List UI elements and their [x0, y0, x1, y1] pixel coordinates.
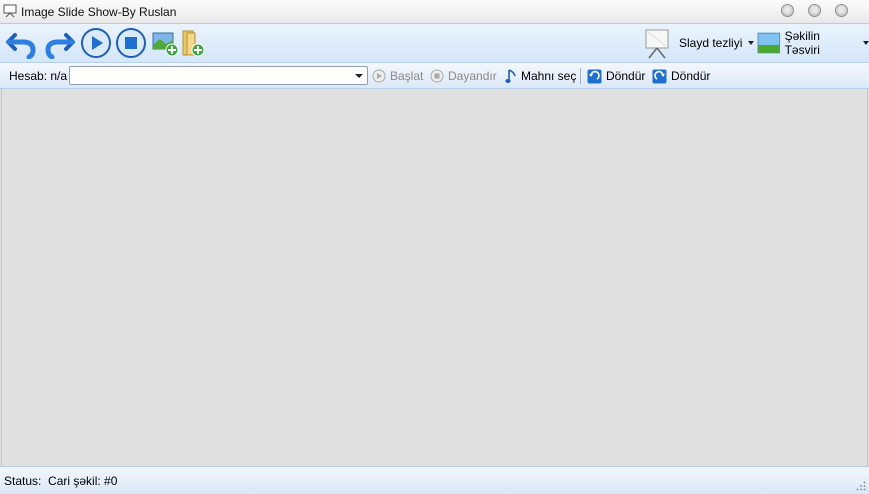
main-toolbar: Slayd tezliyi Şəkilin Təsviri [0, 24, 869, 63]
image-description-dropdown[interactable]: Şəkilin Təsviri [757, 26, 869, 60]
window-title: Image Slide Show-By Ruslan [21, 5, 177, 19]
add-folder-icon[interactable] [179, 27, 211, 59]
maximize-button[interactable] [808, 4, 821, 17]
close-button[interactable] [835, 4, 848, 17]
undo-icon[interactable] [5, 27, 37, 59]
chevron-down-icon [355, 74, 363, 78]
status-text: Status: Cari şəkil: #0 [4, 474, 117, 488]
secondary-toolbar: Hesab: n/a Başlat Dayandır Mahnı seç Dön… [0, 63, 869, 89]
add-image-icon[interactable] [150, 27, 182, 59]
image-description-label: Şəkilin Təsviri [784, 29, 820, 57]
rotate-right-button[interactable]: Döndür [652, 66, 710, 86]
resize-grip-icon[interactable] [856, 481, 866, 491]
presentation-board-icon [645, 29, 669, 59]
app-window: Image Slide Show-By Ruslan Slayd tezliyi… [0, 0, 869, 494]
play-circle-icon [372, 69, 386, 83]
rotate-left-button[interactable]: Döndür [587, 66, 645, 86]
slideshow-canvas[interactable] [1, 89, 868, 466]
app-icon [3, 4, 17, 18]
start-label: Başlat [390, 69, 424, 83]
stop-circle-icon [430, 69, 444, 83]
stop-button[interactable]: Dayandır [430, 66, 497, 86]
status-label: Status: [4, 474, 42, 488]
rotate-left-icon [587, 69, 602, 83]
stop-label: Dayandır [448, 69, 497, 83]
select-song-button[interactable]: Mahnı seç [505, 66, 576, 86]
rotate-left-label: Döndür [606, 69, 646, 83]
status-bar: Status: Cari şəkil: #0 [0, 466, 869, 494]
start-button[interactable]: Başlat [372, 66, 423, 86]
rotate-right-label: Döndür [671, 69, 711, 83]
status-value: Cari şəkil: #0 [48, 474, 118, 488]
toolbar-separator [580, 68, 581, 84]
account-label: Hesab: n/a [9, 69, 68, 83]
slide-speed-label: Slayd tezliyi [679, 36, 743, 50]
stop-icon[interactable] [115, 27, 147, 59]
rotate-right-icon [652, 69, 667, 83]
play-icon[interactable] [80, 27, 112, 59]
select-song-label: Mahnı seç [521, 69, 577, 83]
slide-speed-dropdown[interactable]: Slayd tezliyi [643, 26, 755, 60]
minimize-button[interactable] [781, 4, 794, 17]
music-note-icon [505, 69, 516, 83]
chevron-down-icon [748, 41, 755, 45]
title-bar: Image Slide Show-By Ruslan [0, 0, 869, 24]
chevron-down-icon [863, 41, 869, 45]
account-combobox[interactable] [69, 66, 368, 85]
landscape-image-icon [757, 32, 781, 54]
redo-icon[interactable] [44, 27, 76, 59]
